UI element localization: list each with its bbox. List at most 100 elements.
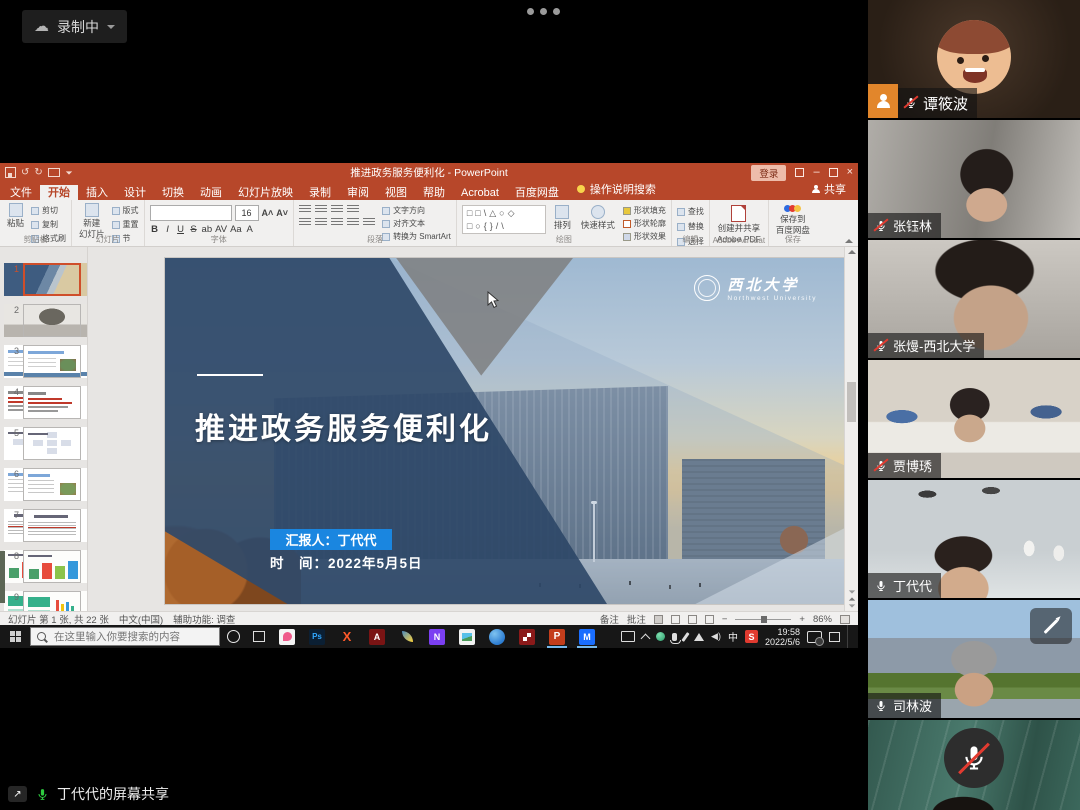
taskbar-app-icon[interactable]: [482, 625, 512, 648]
scroll-up-icon[interactable]: [848, 250, 856, 254]
slide-thumbnail[interactable]: 1: [4, 263, 87, 296]
zoom-slider-thumb[interactable]: [761, 616, 767, 623]
task-view-button[interactable]: [246, 631, 272, 642]
scroll-down-icon[interactable]: [848, 590, 854, 593]
slide-sorter-view-icon[interactable]: [671, 615, 680, 624]
close-button[interactable]: ×: [847, 167, 853, 178]
font-name-combobox[interactable]: [150, 205, 232, 221]
slide-thumbnail[interactable]: 9: [4, 591, 87, 611]
notes-toggle[interactable]: 备注: [600, 612, 619, 626]
participant-tile[interactable]: 谭筱波: [868, 0, 1080, 118]
align-left-icon[interactable]: [299, 218, 311, 227]
grow-font-icon[interactable]: A˄: [262, 208, 274, 218]
save-icon[interactable]: [5, 167, 16, 178]
taskbar-app-icon[interactable]: P: [542, 625, 572, 648]
replace-button[interactable]: 替换: [677, 221, 704, 232]
normal-view-icon[interactable]: [654, 615, 663, 624]
volume-icon[interactable]: ◀): [711, 631, 721, 642]
taskbar-app-icon[interactable]: A: [362, 625, 392, 648]
previous-slide-icon[interactable]: [848, 597, 854, 600]
start-slideshow-icon[interactable]: [48, 168, 60, 177]
slideshow-view-icon[interactable]: [705, 615, 714, 624]
zoom-level[interactable]: 86%: [813, 614, 832, 625]
copy-button[interactable]: 复制: [31, 219, 66, 230]
justify-icon[interactable]: [347, 218, 359, 227]
show-desktop-button[interactable]: [847, 625, 853, 648]
participant-tile[interactable]: 丁代代: [868, 480, 1080, 598]
clock[interactable]: 19:582022/5/6: [765, 627, 800, 647]
zoom-slider[interactable]: [735, 619, 791, 620]
cut-button[interactable]: 剪切: [31, 205, 66, 216]
thumbnail-scrollbar[interactable]: [0, 551, 5, 603]
reading-view-icon[interactable]: [688, 615, 697, 624]
align-center-icon[interactable]: [315, 218, 327, 227]
participant-tile[interactable]: 张熳-西北大学: [868, 240, 1080, 358]
tray-mic-icon[interactable]: [672, 633, 677, 641]
pen-input-icon[interactable]: [681, 632, 689, 642]
show-hidden-icons-chevron[interactable]: [641, 633, 651, 643]
accessibility-indicator[interactable]: 辅助功能: 调查: [173, 612, 235, 626]
restore-button[interactable]: [829, 168, 838, 177]
shape-fill-button[interactable]: 形状填充: [623, 205, 666, 216]
annotation-pen-icon[interactable]: [1030, 608, 1072, 644]
meeting-controls-handle[interactable]: [524, 8, 563, 15]
taskbar-search[interactable]: [30, 627, 220, 646]
search-input[interactable]: [52, 630, 213, 644]
ime-indicator[interactable]: 中: [728, 629, 738, 644]
slide-thumbnail[interactable]: 3: [4, 345, 87, 378]
text-direction-button[interactable]: 文字方向: [382, 205, 451, 216]
reset-button[interactable]: 重置: [112, 219, 139, 230]
sogou-ime-icon[interactable]: S: [745, 630, 758, 643]
taskbar-app-icon[interactable]: M: [572, 625, 602, 648]
recording-badge[interactable]: ☁ 录制中: [22, 10, 127, 43]
bullet-list-icon[interactable]: [299, 205, 311, 214]
save-to-pan-button[interactable]: 保存到百度网盘: [774, 203, 812, 235]
shape-gallery[interactable]: □□\△○◇□○{}/\: [462, 205, 546, 234]
font-size-combobox[interactable]: 16: [235, 205, 259, 221]
screen-clip-icon[interactable]: [621, 631, 635, 642]
slide-canvas[interactable]: 推进政务服务便利化 汇报人：丁代代 时 间：2022年5月5日 西北大学 Nor…: [165, 258, 845, 604]
taskbar-app-icon[interactable]: N: [422, 625, 452, 648]
indent-decrease-icon[interactable]: [331, 205, 343, 214]
quick-styles-button[interactable]: 快速样式: [579, 205, 617, 230]
participant-tile[interactable]: 张钰林: [868, 120, 1080, 238]
wifi-icon[interactable]: [694, 633, 704, 641]
collapse-ribbon-icon[interactable]: [845, 239, 853, 243]
shape-outline-button[interactable]: 形状轮廓: [623, 218, 666, 229]
start-button[interactable]: [0, 625, 30, 648]
fit-slide-icon[interactable]: [840, 615, 850, 624]
taskbar-app-icon[interactable]: [272, 625, 302, 648]
action-center-icon[interactable]: [829, 632, 840, 642]
find-button[interactable]: 查找: [677, 206, 704, 217]
slide-thumbnail[interactable]: 4: [4, 386, 87, 419]
slide-thumbnail[interactable]: 5: [4, 427, 87, 460]
taskbar-app-icon[interactable]: X: [332, 625, 362, 648]
participant-tile[interactable]: 贾博琇: [868, 360, 1080, 478]
slide-thumbnail[interactable]: 6: [4, 468, 87, 501]
scrollbar-thumb[interactable]: [847, 382, 856, 422]
cortana-button[interactable]: [220, 630, 246, 643]
paste-button[interactable]: 粘贴: [5, 203, 26, 228]
layout-button[interactable]: 版式: [112, 205, 139, 216]
shrink-font-icon[interactable]: A˅: [276, 208, 288, 218]
minimize-button[interactable]: –: [813, 167, 819, 178]
columns-icon[interactable]: [363, 218, 375, 227]
numbered-list-icon[interactable]: [315, 205, 327, 214]
slide-thumbnail[interactable]: 2: [4, 304, 87, 337]
indent-increase-icon[interactable]: [347, 205, 359, 214]
signin-button[interactable]: 登录: [751, 165, 786, 181]
qat-customize-icon[interactable]: [66, 171, 72, 174]
document-scrollbar[interactable]: [844, 247, 858, 611]
taskbar-app-icon[interactable]: [452, 625, 482, 648]
undo-icon[interactable]: ↺: [21, 168, 29, 178]
tell-me-search[interactable]: 操作说明搜索: [577, 181, 656, 200]
zoom-in-icon[interactable]: +: [799, 614, 805, 625]
taskbar-app-icon[interactable]: Ps: [302, 625, 332, 648]
ribbon-display-options-icon[interactable]: [795, 168, 804, 177]
participant-tile[interactable]: [868, 720, 1080, 810]
slide-thumbnail[interactable]: 7: [4, 509, 87, 542]
taskbar-app-icon[interactable]: [512, 625, 542, 648]
align-text-button[interactable]: 对齐文本: [382, 218, 451, 229]
zoom-out-icon[interactable]: −: [722, 614, 728, 625]
taskbar-app-icon[interactable]: [392, 625, 422, 648]
